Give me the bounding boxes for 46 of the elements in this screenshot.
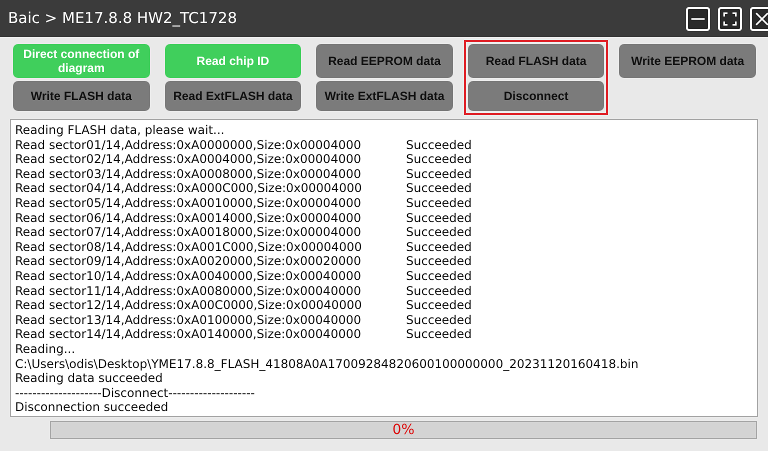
log-status: Succeeded xyxy=(406,312,472,327)
log-status: Succeeded xyxy=(406,240,472,254)
log-line: Read sector04/14,Address:0xA000C000,Size:0x00004000 xyxy=(15,181,363,196)
action-button[interactable]: Write FLASH data xyxy=(13,81,150,111)
log-status: Succeeded xyxy=(406,268,472,283)
log-status: Succeeded xyxy=(406,327,472,342)
minimize-icon[interactable] xyxy=(686,6,710,30)
log-line: Read sector10/14,Address:0xA0040000,Size:0x00040000 xyxy=(15,268,362,284)
log-line: Reading data succeeded xyxy=(15,371,163,386)
log-line: --------------------Disconnect-------------------- xyxy=(15,386,255,400)
log-status: Succeeded xyxy=(406,166,472,181)
log-status: Succeeded xyxy=(406,284,472,298)
action-button[interactable]: Read ExtFLASH data xyxy=(164,81,302,111)
log-line: Read sector14/14,Address:0xA0140000,Size:0x00040000 xyxy=(15,327,362,342)
log-status: Succeeded xyxy=(406,254,472,268)
close-icon[interactable] xyxy=(750,6,768,30)
log-line: Reading FLASH data, please wait... xyxy=(15,123,224,137)
log-line: Read sector05/14,Address:0xA0010000,Size:0x00004000 xyxy=(15,196,362,211)
log-line: Read sector09/14,Address:0xA0020000,Size:0x00020000 xyxy=(15,254,362,269)
log-line: Read sector03/14,Address:0xA0008000,Size:0x00004000 xyxy=(15,166,362,182)
log-line: Reading... xyxy=(15,342,76,356)
log-status: Succeeded xyxy=(406,196,472,210)
log-line: Disconnection succeeded xyxy=(15,400,168,414)
log-status: Succeeded xyxy=(406,152,472,166)
action-button[interactable]: Write EEPROM data xyxy=(619,44,756,78)
log-line: C:\Users\odis\Desktop\YME17.8.8_FLASH_41808A0A17009284820600100000000_20231120160418.bin xyxy=(15,356,638,370)
log-line: Read sector07/14,Address:0xA0018000,Size:0x00004000 xyxy=(15,225,362,240)
action-button[interactable]: Disconnect xyxy=(468,81,604,111)
log-line: Read sector02/14,Address:0xA0004000,Size:0x00004000 xyxy=(15,152,362,167)
log-line: Read sector06/14,Address:0xA0014000,Size:0x00004000 xyxy=(15,210,362,226)
log-status: Succeeded xyxy=(406,138,472,152)
action-button[interactable]: Read FLASH data xyxy=(468,44,604,78)
window-title: Baic > ME17.8.8 HW2_TC1728 xyxy=(8,8,237,30)
action-button[interactable]: Write ExtFLASH data xyxy=(316,81,453,111)
maximize-icon[interactable] xyxy=(718,6,742,30)
log-status: Succeeded xyxy=(406,181,472,196)
log-status: Succeeded xyxy=(406,298,472,312)
log-status: Succeeded xyxy=(406,210,472,225)
log-status: Succeeded xyxy=(406,225,472,240)
log-line: Read sector08/14,Address:0xA001C000,Size:0x00004000 xyxy=(15,240,363,254)
progress-label: 0% xyxy=(392,422,415,438)
log-line: Read sector13/14,Address:0xA0100000,Size:0x00040000 xyxy=(15,312,362,328)
log-line: Read sector11/14,Address:0xA0080000,Size:0x00040000 xyxy=(15,284,362,298)
log-line: Read sector01/14,Address:0xA0000000,Size:0x00004000 xyxy=(15,138,362,152)
log-line: Read sector12/14,Address:0xA00C0000,Size:0x00040000 xyxy=(15,298,363,313)
action-button[interactable]: Read EEPROM data xyxy=(316,44,453,78)
